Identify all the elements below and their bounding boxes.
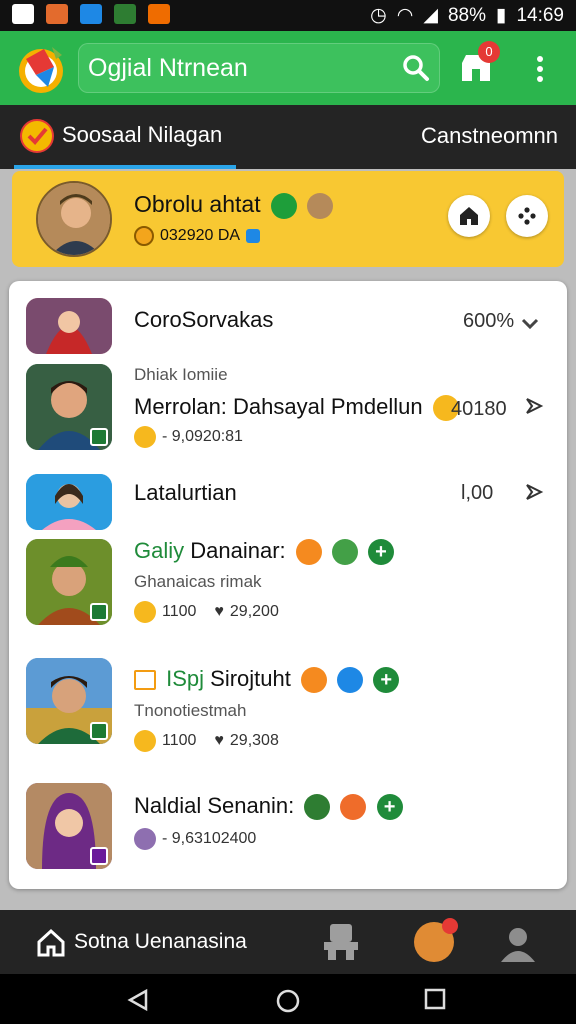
list-item-meta-secondary: 29,308 [229,732,279,749]
tab-other[interactable]: Canstneomnn [421,123,558,149]
send-arrow-icon[interactable] [523,481,545,503]
list-item-title: Naldial Senanin: [134,793,295,818]
list-item-title: Danainar: [190,538,286,563]
list-item-avatar[interactable] [26,658,112,744]
user-icon[interactable] [498,926,538,967]
add-icon[interactable]: + [373,667,400,694]
leaf-icon [114,4,136,24]
verified-icon [246,229,261,243]
leaf-icon [331,539,358,566]
checkmark-icon [20,119,54,153]
clock: 14:69 [516,4,564,26]
battery-icon: ▮ [495,5,507,26]
list-item-avatar[interactable] [26,474,112,530]
add-icon[interactable]: + [376,794,403,821]
online-badge [90,847,108,865]
heart-icon: ♥ [214,732,224,749]
list-item-avatar[interactable] [26,364,112,450]
tab-bar: Soosaal Nilagan Canstneomnn [0,105,576,169]
notification-badge: 0 [478,41,500,63]
wifi-icon: ◠ [396,5,414,26]
list-item-tag: Galiy [134,538,185,563]
laugh-icon [134,426,156,448]
camera-icon [46,4,68,24]
battery-percent: 88% [447,4,486,26]
system-nav [0,974,576,1024]
search-field[interactable]: Ogjial Ntrnean [78,43,440,93]
game-button[interactable] [506,195,548,237]
list-item-title: Merrolan: Dahsayal Pmdellun [134,394,423,419]
list-item-avatar[interactable] [26,298,112,354]
app-logo[interactable] [14,41,68,95]
home-icon [460,207,478,225]
smiley-icon [301,667,328,694]
list-item-meta: 1100 [162,732,197,749]
alarm-icon: ◷ [370,5,387,26]
tab-label: Soosaal Nilagan [62,122,223,147]
back-icon[interactable] [126,988,150,1012]
list-item-tag: ISpj [166,666,205,691]
search-icon[interactable] [402,54,430,87]
list-item-title[interactable]: CoroSorvakas [134,307,273,333]
add-icon[interactable]: + [368,539,395,566]
globe-icon [337,667,364,694]
avatar[interactable] [36,181,112,257]
chat-list: CoroSorvakas 600% Dhiak Iomiie Merrolan:… [9,281,567,889]
list-item-title[interactable]: Latalurtian [134,480,237,506]
recent-apps-icon[interactable] [424,988,446,1010]
list-item-meta: - 9,0920:81 [162,428,243,445]
online-badge [90,428,108,446]
box-icon [134,670,156,691]
app-bar: Ogjial Ntrnean 0 [0,31,576,105]
bottom-nav-label[interactable]: Sotna Uenanasina [74,930,247,954]
profile-card[interactable]: Obrolu ahtat 032920 DA [12,171,564,267]
home-icon[interactable] [36,928,66,963]
send-arrow-icon[interactable] [523,395,545,417]
laugh-icon [134,730,156,752]
list-item-value: 40180 [451,398,507,420]
gamepad-icon [518,207,536,225]
coin-icon [134,226,154,246]
photos-icon [80,4,102,24]
smiley-icon [295,539,322,566]
list-item-value: 600% [463,310,515,332]
more-options-icon[interactable] [530,53,550,83]
list-item-kicker: Dhiak Iomiie [134,365,228,384]
laugh-icon [134,601,156,623]
list-item-meta: 1100 [162,603,197,620]
list-item-subtitle: Ghanaicas rimak [134,572,262,591]
heart-icon: ♥ [214,603,224,620]
robot-icon[interactable] [318,922,364,962]
online-badge [90,603,108,621]
laugh-icon [304,794,331,821]
chevron-down-icon[interactable] [519,313,541,335]
profile-id: 032920 DA [160,227,241,244]
list-item-avatar[interactable] [26,539,112,625]
profile-name: Obrolu ahtat [134,191,261,217]
smiley-icon [270,192,297,219]
online-badge [90,722,108,740]
list-item-subtitle: Tnonotiestmah [134,701,247,720]
smiley-icon [340,794,367,821]
list-item-title: Sirojtuht [210,666,291,691]
status-bar: ◷ ◠ ◢ 88% ▮ 14:69 [0,0,576,31]
store-button[interactable]: 0 [458,41,500,85]
sticker-icon [134,828,156,850]
bottom-nav: Sotna Uenanasina [0,910,576,974]
tab-social[interactable]: Soosaal Nilagan [14,105,236,169]
list-item-meta: - 9,63102400 [162,830,257,847]
list-item-value: Ɩ,00 [461,482,494,504]
tab-indicator [14,165,236,169]
list-item-meta-secondary: 29,200 [229,603,279,620]
app-title: Ogjial Ntrnean [88,54,248,82]
cookie-icon [307,192,334,219]
gallery-icon [12,4,34,24]
home-circle-icon[interactable] [275,988,301,1014]
notification-badge [442,918,458,934]
plant-icon [148,4,170,24]
list-item-avatar[interactable] [26,783,112,869]
home-button[interactable] [448,195,490,237]
profile-avatar[interactable] [414,918,458,962]
signal-icon: ◢ [423,5,438,26]
